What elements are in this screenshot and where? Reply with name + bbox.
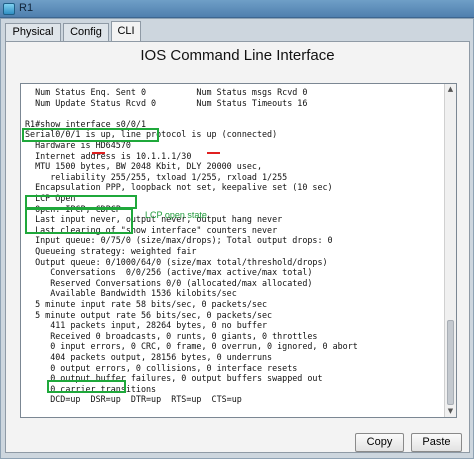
console-line: 0 output errors, 0 collisions, 0 interfa… (25, 362, 298, 373)
tab-config[interactable]: Config (63, 23, 109, 41)
window-title: R1 (19, 2, 34, 14)
copy-button[interactable]: Copy (355, 433, 404, 452)
device-window: Physical Config CLI IOS Command Line Int… (0, 18, 474, 459)
lcp-open-note: LCP open state (145, 210, 207, 220)
console-line: Encapsulation PPP, loopback not set, kee… (25, 182, 333, 193)
interface-up-underline (92, 152, 105, 154)
tab-physical[interactable]: Physical (5, 23, 61, 41)
title-bar: R1 (0, 0, 474, 18)
panel-title: IOS Command Line Interface (140, 47, 335, 64)
console-line: Num Status Enq. Sent 0 Num Status msgs R… (25, 87, 308, 97)
console-scrollbar[interactable]: ▲ ▼ (444, 84, 456, 417)
console-line: Input queue: 0/75/0 (size/max/drops); To… (25, 235, 333, 246)
cli-console[interactable]: Num Status Enq. Sent 0 Num Status msgs R… (20, 83, 457, 418)
scroll-down-arrow-icon[interactable]: ▼ (445, 406, 456, 417)
console-line: 5 minute input rate 58 bits/sec, 0 packe… (25, 299, 268, 309)
console-line: Num Update Status Rcvd 0 Num Status Time… (25, 97, 308, 108)
console-line: 411 packets input, 28264 bytes, 0 no buf… (25, 320, 268, 331)
console-line: Output queue: 0/1000/64/0 (size/max tota… (25, 256, 328, 267)
console-line: Reserved Conversations 0/0 (allocated/ma… (25, 277, 313, 288)
scroll-up-arrow-icon[interactable]: ▲ (445, 84, 456, 95)
protocol-up-underline (207, 152, 220, 154)
encapsulation-highlight-box (25, 195, 137, 209)
cli-panel: IOS Command Line Interface Num Status En… (5, 41, 470, 453)
console-line: Available Bandwidth 1536 kilobits/sec (25, 288, 237, 299)
console-line: R1# (25, 416, 40, 417)
console-line: Conversations 0/0/256 (active/max active… (25, 267, 313, 278)
app-icon (3, 3, 15, 15)
console-line: 404 packets output, 28156 bytes, 0 under… (25, 352, 273, 362)
output-errors-highlight-box (47, 380, 126, 393)
console-line: 5 minute output rate 56 bits/sec, 0 pack… (25, 309, 273, 320)
console-line: reliability 255/255, txload 1/255, rxloa… (25, 171, 288, 182)
console-line: Received 0 broadcasts, 0 runts, 0 giants… (25, 330, 318, 341)
console-line: 0 input errors, 0 CRC, 0 frame, 0 overru… (25, 341, 358, 352)
console-line: Internet address is 10.1.1.1/30 (25, 150, 192, 161)
console-line: DCD=up DSR=up DTR=up RTS=up CTS=up (25, 394, 242, 405)
command-highlight-box (22, 128, 159, 142)
console-line: Queueing strategy: weighted fair (25, 246, 197, 256)
lcp-open-highlight-box (25, 208, 133, 234)
scrollbar-thumb[interactable] (447, 320, 454, 405)
paste-button[interactable]: Paste (411, 433, 462, 452)
console-line: MTU 1500 bytes, BW 2048 Kbit, DLY 20000 … (25, 161, 262, 172)
tab-cli[interactable]: CLI (111, 21, 141, 41)
